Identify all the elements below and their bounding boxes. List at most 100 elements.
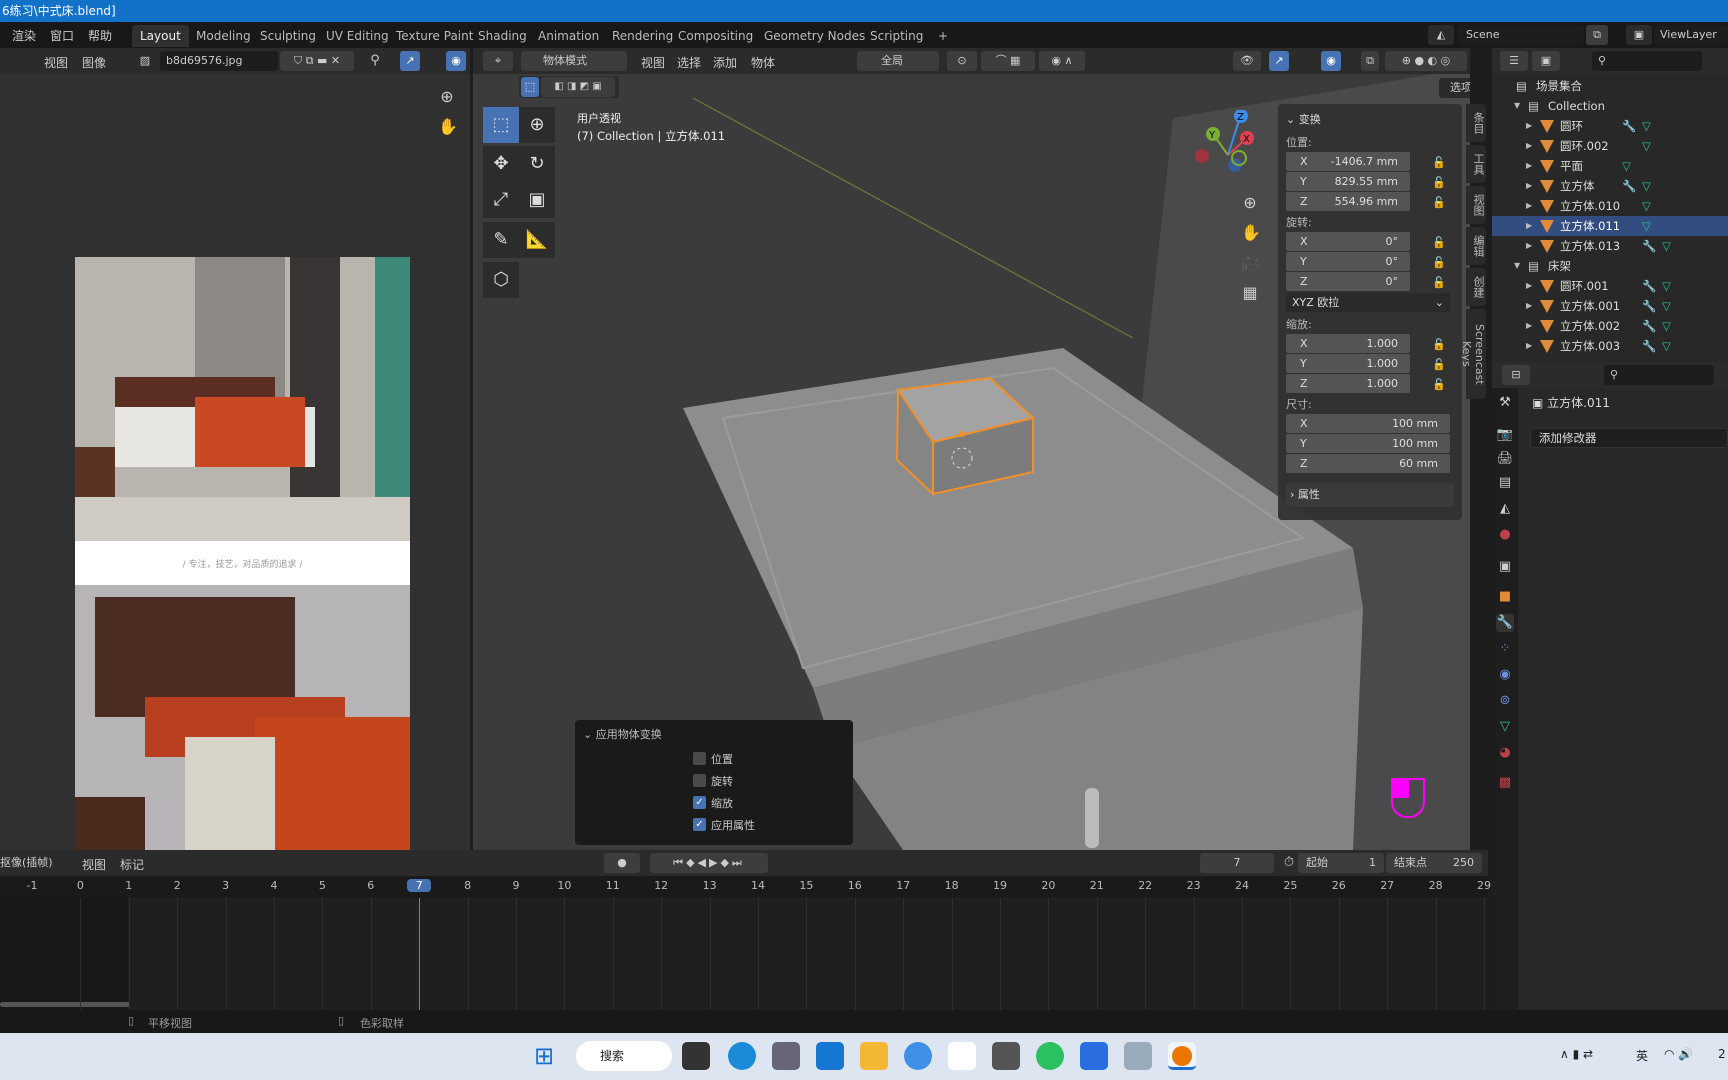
mesh-data-icon[interactable]: ▽ — [1642, 176, 1651, 196]
output-icon[interactable]: 🖨 — [1496, 450, 1514, 468]
location-y-field[interactable]: Y 829.55 mm 🔓 — [1286, 172, 1446, 191]
network-volume-icons[interactable]: ◠ 🔊 — [1664, 1047, 1693, 1061]
add-modifier-button[interactable]: 添加修改器 — [1530, 428, 1728, 448]
outliner-item[interactable]: ▶ 圆环 🔧 ▽ — [1492, 116, 1728, 136]
viewport-menu-view[interactable]: 视图 — [641, 54, 665, 71]
pan-hand-icon[interactable]: ✋ — [438, 118, 458, 136]
world-icon[interactable]: ● — [1496, 526, 1514, 544]
tool-icon[interactable]: ⚒ — [1496, 394, 1514, 412]
outliner-item[interactable]: ▶ 立方体.002 🔧 ▽ — [1492, 316, 1728, 336]
expand-arrow-icon[interactable]: ▶ — [1526, 176, 1532, 196]
tab-shading[interactable]: Shading — [470, 25, 535, 47]
collection-icon[interactable]: ▣ — [1496, 558, 1514, 576]
select-box-tool[interactable]: ⬚ — [483, 107, 519, 143]
image-browse-icon[interactable]: ▨ — [130, 51, 160, 71]
frame-ruler[interactable]: -1 0 1 2 3 4 5 6 7 8 9 10 11 12 13 14 15 16 17 18 19 20 21 22 23… — [0, 876, 1491, 898]
tab-add-workspace[interactable]: + — [930, 25, 956, 47]
mesh-data-icon[interactable]: ▽ — [1662, 336, 1671, 356]
mesh-data-icon[interactable]: ▽ — [1662, 316, 1671, 336]
visibility-icon[interactable]: 👁 — [1233, 51, 1261, 71]
select-extend-subtract-icons[interactable]: ◧ ◨ ◩ ▣ — [541, 77, 615, 97]
new-scene-button[interactable]: ⧉ — [1586, 25, 1608, 45]
add-cube-tool[interactable]: ⬡ — [483, 262, 519, 298]
constraints-icon[interactable]: ⊚ — [1496, 692, 1514, 710]
pin-icon[interactable]: ⚲ — [366, 52, 384, 70]
zoom-icon[interactable]: ⊕ — [438, 88, 456, 106]
scene-icon[interactable]: ◭ — [1496, 500, 1514, 518]
sidebar-tab[interactable]: 编辑 — [1466, 227, 1486, 265]
tray-icons[interactable]: ∧ ▮ ⇄ — [1560, 1047, 1593, 1061]
scale-tool[interactable]: ⤢ — [483, 182, 519, 218]
outliner-item[interactable]: ▶ 圆环.002 ▽ — [1492, 136, 1728, 156]
transform-orientation[interactable]: 全局 — [857, 51, 939, 71]
outliner-item[interactable]: ▶ 立方体 🔧 ▽ — [1492, 176, 1728, 196]
expand-arrow-icon[interactable]: ▶ — [1526, 236, 1532, 256]
monitor-icon[interactable] — [1124, 1042, 1152, 1070]
edge-icon[interactable] — [728, 1042, 756, 1070]
timeline-scrollbar[interactable] — [0, 1002, 130, 1007]
taskbar-search[interactable]: 搜索 — [576, 1041, 672, 1071]
menu-render[interactable]: 渲染 — [12, 27, 36, 44]
mesh-data-icon[interactable]: ▽ — [1642, 216, 1651, 236]
overlay-toggle-icon[interactable]: ◉ — [446, 51, 466, 71]
snap-icon[interactable]: ⌒ ▦ — [981, 51, 1035, 71]
viewport-overlay-icon[interactable]: ◉ — [1321, 51, 1341, 71]
rotation-z-field[interactable]: Z 0° 🔓 — [1286, 272, 1446, 291]
timeline-menu-marker[interactable]: 标记 — [120, 856, 144, 873]
outliner-item[interactable]: ▶ 立方体.011 ▽ — [1492, 216, 1728, 236]
stopwatch-icon[interactable]: ⏱ — [1280, 854, 1298, 872]
checkbox-3[interactable]: ✓ — [693, 818, 706, 831]
physics-icon[interactable]: ◉ — [1496, 666, 1514, 684]
selection-mode-buttons[interactable]: ⬚ ◧ ◨ ◩ ▣ — [519, 76, 619, 98]
proportional-edit-icon[interactable]: ◉ ∧ — [1039, 51, 1085, 71]
mesh-data-icon[interactable]: ▽ — [1662, 296, 1671, 316]
lock-icon[interactable]: 🔓 — [1432, 173, 1446, 192]
location-x-field[interactable]: X -1406.7 mm 🔓 — [1286, 152, 1446, 171]
ortho-toggle-icon[interactable]: ▦ — [1241, 284, 1259, 302]
mesh-data-icon[interactable]: ▽ — [1642, 136, 1651, 156]
rotation-mode-dropdown[interactable]: XYZ 欧拉 ⌄ — [1286, 293, 1450, 312]
tab-animation[interactable]: Animation — [530, 25, 607, 47]
image-menu-view[interactable]: 视图 — [44, 54, 68, 71]
outliner-item[interactable]: ▶ 立方体.003 🔧 ▽ — [1492, 336, 1728, 356]
sidebar-tab[interactable]: Screencast Keys — [1460, 309, 1486, 399]
rotate-tool[interactable]: ↻ — [519, 146, 555, 182]
camera-view-icon[interactable]: 🎥 — [1241, 254, 1261, 272]
current-frame-field[interactable]: 7 — [1200, 853, 1274, 873]
expand-arrow-icon[interactable]: ▶ — [1526, 136, 1532, 156]
mesh-data-icon[interactable]: ▽ — [1642, 196, 1651, 216]
settings-icon[interactable] — [772, 1042, 800, 1070]
outliner-scene-collection[interactable]: ▤ 场景集合 — [1492, 76, 1728, 96]
properties-editor-type-icon[interactable]: ⊟ — [1502, 365, 1530, 385]
outliner-item[interactable]: ▶ 立方体.010 ▽ — [1492, 196, 1728, 216]
image-name-field[interactable]: b8d69576.jpg — [160, 51, 278, 71]
checkbox-1[interactable] — [693, 774, 706, 787]
scale-x-field[interactable]: X 1.000 🔓 — [1286, 334, 1446, 353]
lock-icon[interactable]: 🔓 — [1432, 193, 1446, 212]
expand-arrow-icon[interactable]: ▶ — [1526, 156, 1532, 176]
viewport-zoom-icon[interactable]: ⊕ — [1241, 194, 1259, 212]
scale-y-field[interactable]: Y 1.000 🔓 — [1286, 354, 1446, 373]
view-layer-icon[interactable]: ▣ — [1626, 25, 1652, 45]
sidebar-tab[interactable]: 视图 — [1466, 186, 1486, 224]
texture-icon[interactable]: ▩ — [1496, 774, 1514, 792]
tab-sculpting[interactable]: Sculpting — [252, 25, 324, 47]
image-actions[interactable]: ⛉ ⧉ ▬ ✕ — [280, 51, 354, 71]
checkbox-0[interactable] — [693, 752, 706, 765]
modifier-wrench-icon[interactable]: 🔧 — [1642, 316, 1656, 336]
checkbox-2[interactable]: ✓ — [693, 796, 706, 809]
outliner-item[interactable]: ▼ ▤ 床架 — [1492, 256, 1728, 276]
render-icon[interactable]: 📷 — [1496, 426, 1514, 444]
outliner-item[interactable]: ▶ 立方体.013 🔧 ▽ — [1492, 236, 1728, 256]
dimensions-x-field[interactable]: X 100 mm — [1286, 414, 1450, 433]
viewport-menu-select[interactable]: 选择 — [677, 54, 701, 71]
location-z-field[interactable]: Z 554.96 mm 🔓 — [1286, 192, 1446, 211]
tab-scripting[interactable]: Scripting — [862, 25, 931, 47]
annotate-tool[interactable]: ✎ — [483, 222, 519, 258]
menu-help[interactable]: 帮助 — [88, 27, 112, 44]
rotation-x-field[interactable]: X 0° 🔓 — [1286, 232, 1446, 251]
properties-search[interactable]: ⚲ — [1604, 365, 1714, 385]
task-view-icon[interactable] — [682, 1042, 710, 1070]
expand-arrow-icon[interactable]: ▶ — [1526, 296, 1532, 316]
rotation-y-field[interactable]: Y 0° 🔓 — [1286, 252, 1446, 271]
